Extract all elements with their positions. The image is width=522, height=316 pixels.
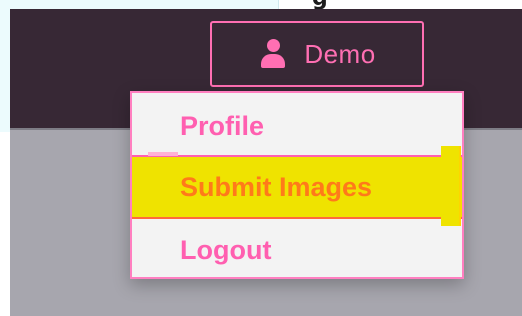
menu-item-logout[interactable]: Logout [132, 221, 462, 279]
user-icon [258, 39, 288, 69]
account-dropdown-menu: Profile Submit Images Logout [130, 91, 464, 279]
account-username: Demo [304, 38, 376, 69]
menu-item-label: Logout [180, 234, 272, 265]
account-menu-button[interactable]: Demo [210, 21, 424, 87]
menu-item-label: Profile [180, 110, 265, 141]
highlight-edge [441, 146, 461, 226]
menu-item-label: Submit Images [180, 171, 373, 202]
menu-item-submit-images[interactable]: Submit Images [132, 155, 462, 219]
menu-item-profile[interactable]: Profile [132, 97, 462, 155]
highlight-edge [148, 152, 178, 156]
